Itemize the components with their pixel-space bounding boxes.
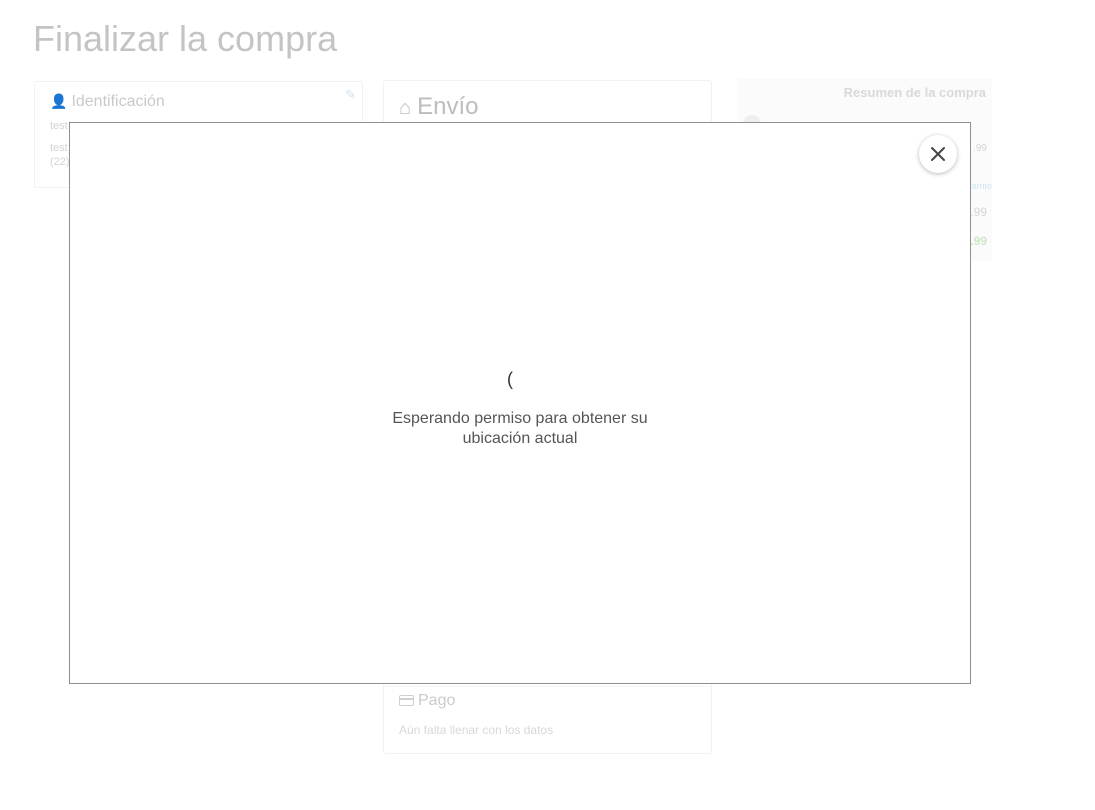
home-icon: ⌂ <box>399 97 412 119</box>
summary-title: Resumen de la compra <box>843 85 986 100</box>
item-price: .99 <box>973 143 987 154</box>
close-icon <box>931 147 945 161</box>
shipping-title: Envío <box>417 93 479 120</box>
identification-header: 👤 Identificación <box>50 93 165 111</box>
payment-header: Pago <box>399 692 455 710</box>
payment-divider <box>384 686 711 687</box>
payment-title: Pago <box>418 692 456 709</box>
credit-card-icon <box>399 695 414 706</box>
page-title: Finalizar la compra <box>33 18 338 59</box>
shipping-header: ⌂ Envío <box>399 93 478 121</box>
loading-spinner-icon: ( <box>507 369 513 389</box>
total-value: .99 <box>970 234 987 248</box>
identification-line-2: test <box>50 142 68 154</box>
identification-line-1: test <box>50 120 68 132</box>
close-button[interactable] <box>919 135 957 173</box>
edit-icon[interactable]: ✎ <box>345 87 356 103</box>
identification-line-3: (22) <box>50 156 70 168</box>
user-icon: 👤 <box>50 93 68 109</box>
cart-link[interactable]: arrito <box>971 181 992 191</box>
identification-title: Identificación <box>71 93 165 110</box>
location-permission-modal: ( Esperando permiso para obtener su ubic… <box>69 122 971 684</box>
waiting-message: Esperando permiso para obtener su ubicac… <box>392 410 648 447</box>
subtotal-value: .99 <box>970 205 987 219</box>
payment-note: Aún falta llenar con los datos <box>399 723 554 737</box>
